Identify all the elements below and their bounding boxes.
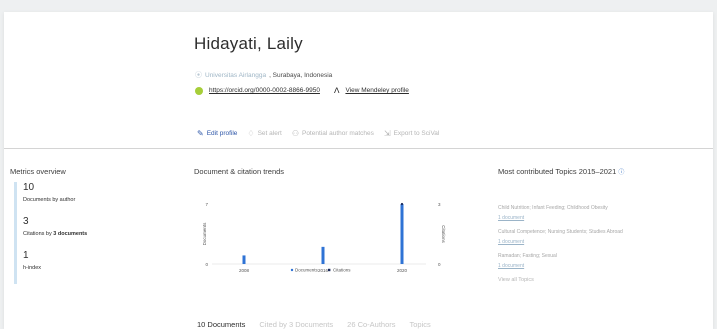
y-left-axis-label: Documents	[202, 222, 207, 246]
x-tick-label: 2008	[239, 268, 250, 273]
trends-title: Document & citation trends	[194, 167, 285, 176]
set-alert-label: Set alert	[257, 130, 282, 137]
metrics-list: 10 Documents by author 3 Citations by 3 …	[14, 182, 114, 284]
tab-documents[interactable]: 10 Documents	[197, 320, 245, 329]
action-bar: ✎ Edit profile ♢ Set alert ⚇ Potential a…	[197, 129, 439, 138]
edit-profile-label: Edit profile	[206, 130, 238, 137]
affiliation-link[interactable]: Universitas Airlangga	[205, 72, 266, 79]
metric-label: h-index	[23, 265, 42, 271]
affiliation-row: ⦿ Universitas Airlangga, Surabaya, Indon…	[195, 70, 332, 80]
potential-author-matches-label: Potential author matches	[301, 130, 374, 137]
y-right-tick-label: 0	[438, 262, 441, 267]
x-tick-label: 2016	[318, 268, 329, 273]
topics-title: Most contributed Topics 2015–2021 ⓘ	[498, 167, 624, 176]
metric-value: 10	[23, 182, 35, 193]
export-to-scival-label: Export to SciVal	[393, 130, 440, 137]
orcid-icon	[195, 86, 203, 95]
author-profile-card: Hidayati, Laily ⦿ Universitas Airlangga,…	[4, 12, 713, 329]
edit-profile-button[interactable]: ✎ Edit profile	[197, 129, 237, 138]
bell-icon: ♢	[247, 129, 255, 138]
affiliation-location: , Surabaya, Indonesia	[269, 71, 333, 79]
pencil-icon: ✎	[197, 129, 204, 138]
legend-swatch-documents	[290, 268, 294, 272]
info-icon[interactable]: ⓘ	[618, 170, 624, 176]
view-all-topics-link[interactable]: View all Topics	[498, 277, 698, 283]
topic-name[interactable]: Cultural Competence; Nursing Students; S…	[498, 229, 698, 236]
bar-documents	[321, 246, 325, 264]
topic-doc-link[interactable]: 1 document	[498, 215, 698, 221]
metrics-overview-title: Metrics overview	[10, 167, 66, 176]
export-to-scival-button[interactable]: ⇲ Export to SciVal	[384, 129, 439, 138]
tab-topics[interactable]: Topics	[410, 320, 431, 329]
point-citations	[400, 202, 404, 206]
orcid-link[interactable]: https://orcid.org/0000-0002-8866-9950	[209, 87, 320, 94]
tab-bar: 10 Documents Cited by 3 Documents 26 Co-…	[197, 320, 431, 329]
section-divider	[4, 148, 713, 149]
mendeley-link[interactable]: View Mendeley profile	[345, 87, 408, 94]
topics-title-text: Most contributed Topics 2015–2021	[498, 167, 617, 176]
topic-item: Cultural Competence; Nursing Students; S…	[498, 229, 698, 245]
topic-doc-link[interactable]: 1 document	[498, 263, 698, 269]
metric-h-index[interactable]: 1 h-index	[23, 250, 114, 271]
legend-swatch-citations	[328, 268, 331, 272]
y-left-tick-label: 7	[205, 202, 208, 207]
export-icon: ⇲	[383, 129, 391, 138]
bar-documents	[242, 255, 246, 264]
set-alert-button[interactable]: ♢ Set alert	[247, 129, 281, 138]
metric-label: Citations by 3 documents	[23, 231, 88, 237]
y-right-tick-label: 3	[438, 202, 441, 207]
document-citation-chart: 0 7 0 3 Documents Citations 2008 2016 2020 Docume…	[194, 190, 464, 290]
chart-svg: 0 7 0 3 Documents Citations 2008 2016 2020 Docume…	[202, 202, 446, 273]
potential-author-matches-button[interactable]: ⚇ Potential author matches	[292, 129, 374, 138]
tab-cited-by[interactable]: Cited by 3 Documents	[259, 320, 333, 329]
author-name: Hidayati, Laily	[194, 34, 303, 53]
topic-name[interactable]: Ramadan; Fasting; Sexual	[498, 253, 698, 260]
legend-label: Documents	[295, 268, 319, 273]
topic-doc-link[interactable]: 1 document	[498, 239, 698, 245]
bar-documents	[400, 204, 404, 264]
metric-value: 3	[23, 216, 29, 227]
metric-citations[interactable]: 3 Citations by 3 documents	[23, 216, 114, 237]
y-left-tick-label: 0	[205, 262, 208, 267]
topic-name[interactable]: Child Nutrition; Infant Feeding; Childho…	[498, 205, 698, 212]
metric-value: 1	[23, 250, 29, 261]
location-pin-icon: ⦿	[195, 72, 202, 79]
tab-co-authors[interactable]: 26 Co-Authors	[347, 320, 395, 329]
people-icon: ⚇	[291, 129, 299, 138]
orcid-row: https://orcid.org/0000-0002-8866-9950 ᐱ …	[195, 86, 409, 95]
mendeley-icon: ᐱ	[333, 86, 340, 95]
topic-item: Ramadan; Fasting; Sexual 1 document	[498, 253, 698, 269]
legend-label: Citations	[333, 268, 351, 273]
metric-label: Documents by author	[23, 197, 76, 203]
topic-item: Child Nutrition; Infant Feeding; Childho…	[498, 205, 698, 221]
topics-list: Child Nutrition; Infant Feeding; Childho…	[498, 205, 698, 283]
metric-documents[interactable]: 10 Documents by author	[23, 182, 114, 203]
x-tick-label: 2020	[397, 268, 408, 273]
y-right-axis-label: Citations	[441, 225, 446, 243]
